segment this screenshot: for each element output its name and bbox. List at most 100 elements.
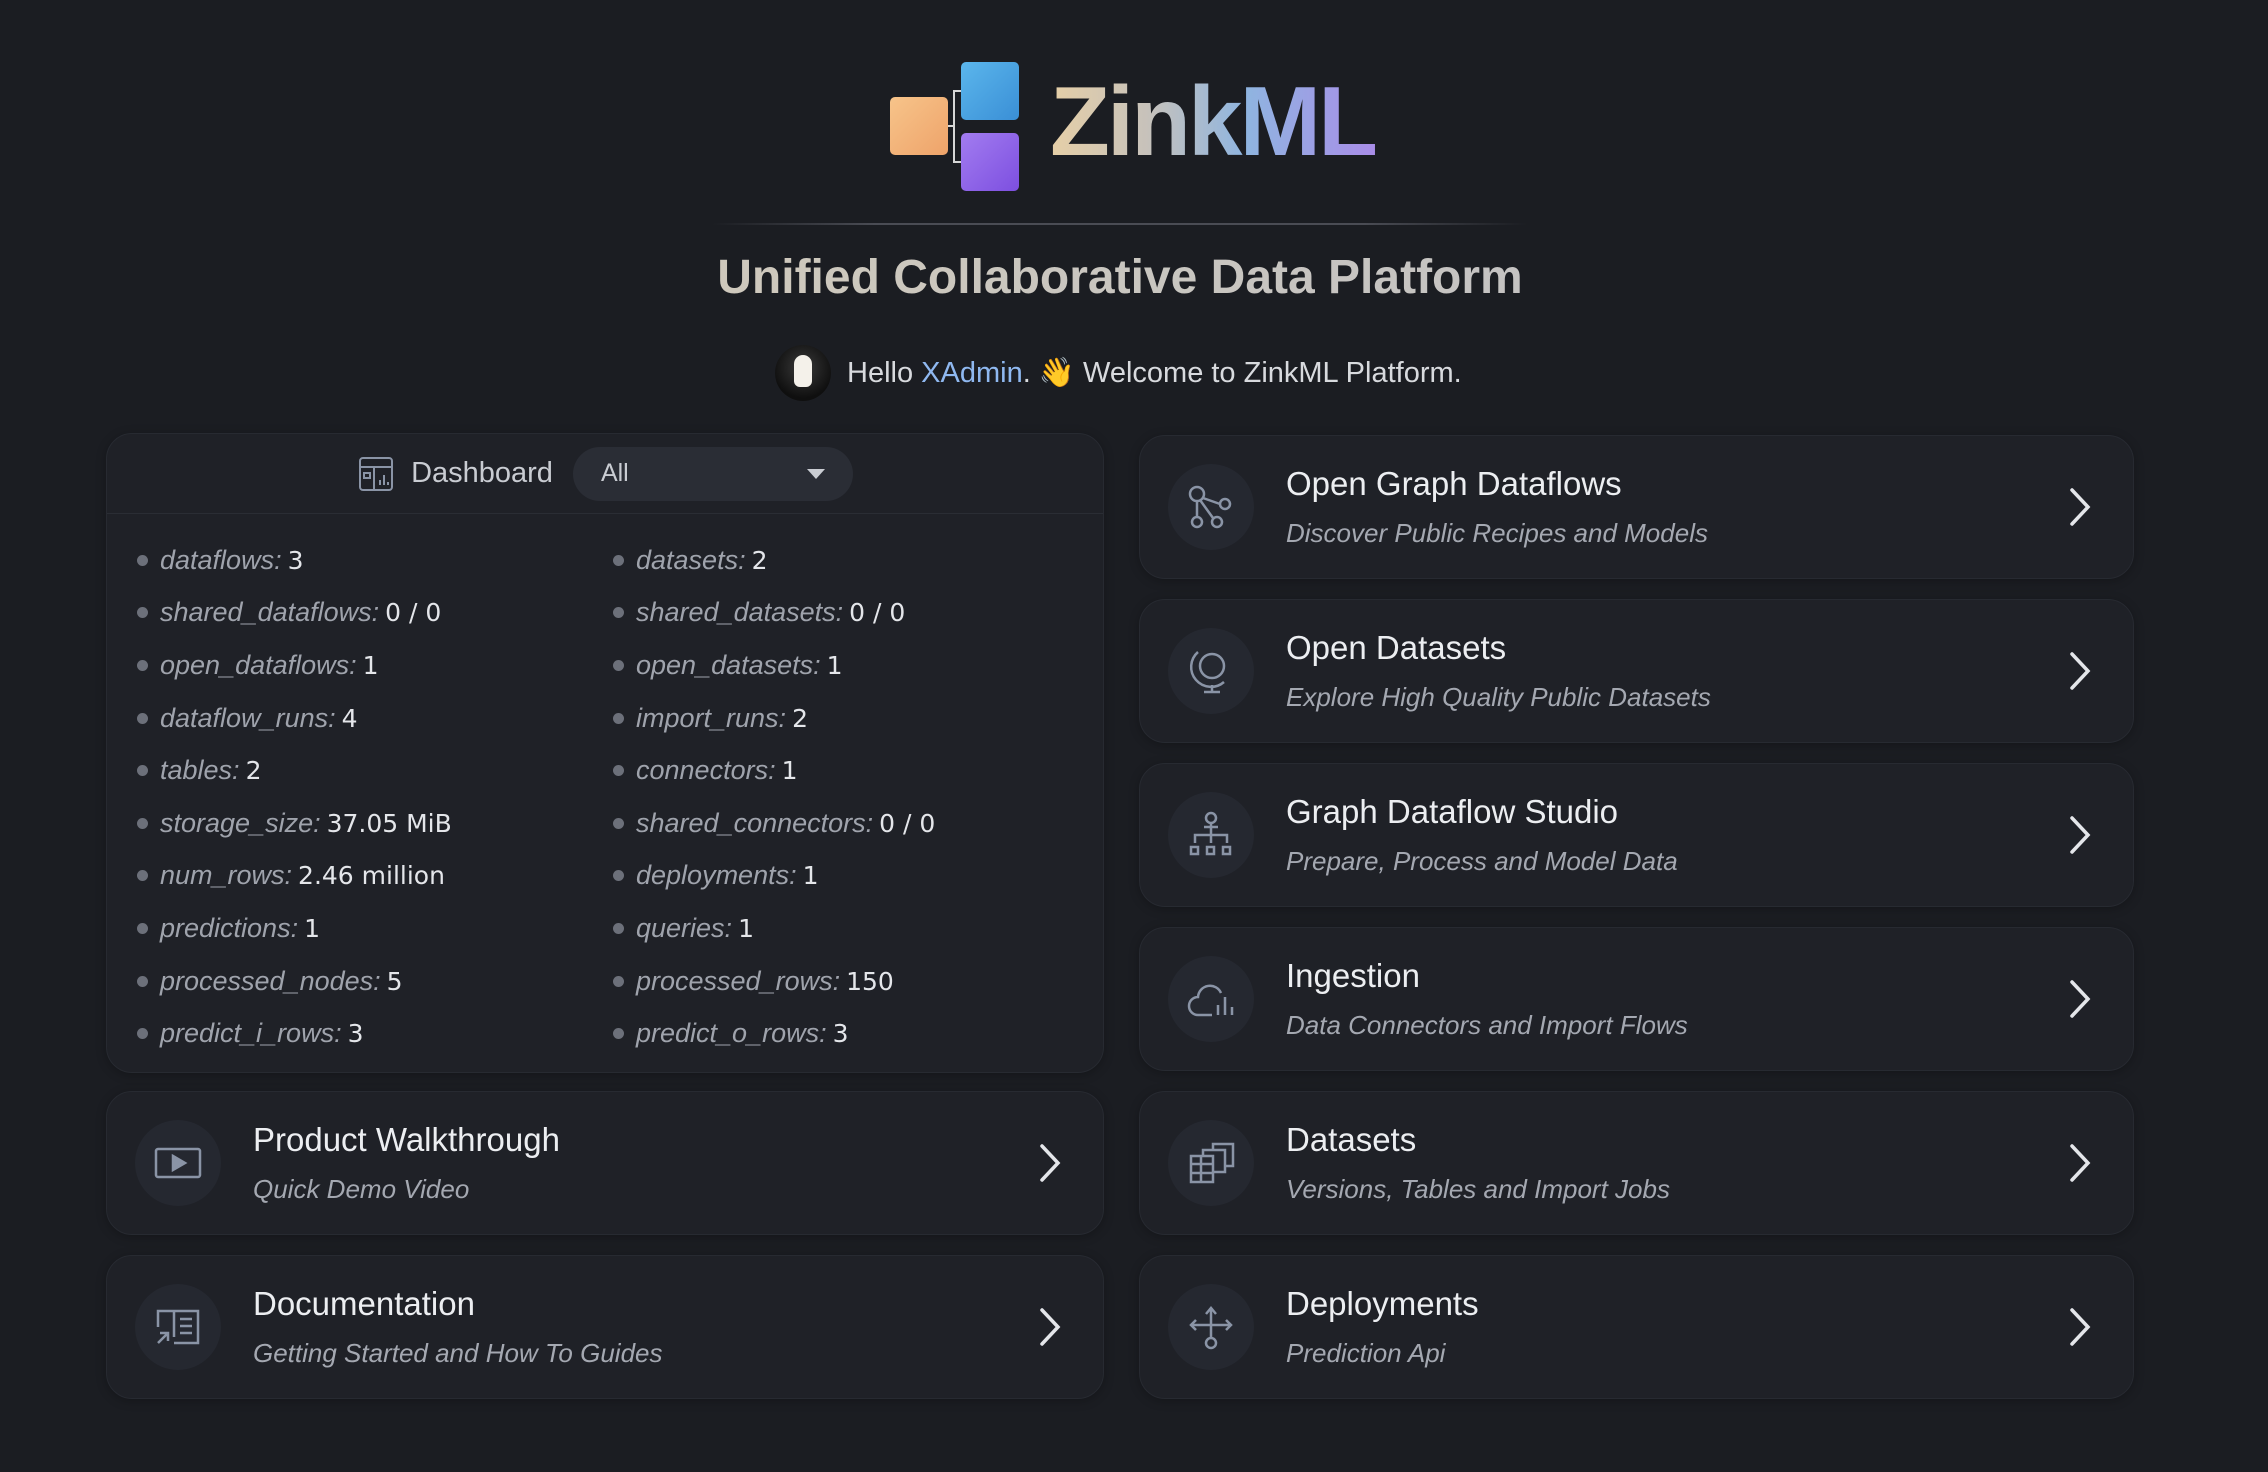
chevron-right-icon: [1040, 1308, 1061, 1346]
link-text: Deployments Prediction Api: [1286, 1284, 1479, 1369]
stat-value: 4: [341, 703, 358, 733]
globe-icon: [1168, 628, 1254, 714]
stat-key: open_datasets:: [636, 649, 821, 680]
stat-key: datasets:: [636, 544, 746, 575]
chevron-right-icon: [2070, 816, 2091, 854]
stat-key: import_runs:: [636, 702, 787, 733]
stat-key: predict_i_rows:: [160, 1018, 342, 1049]
stat-item: dataflow_runs: 4: [137, 692, 613, 745]
stat-key: shared_connectors:: [636, 807, 874, 838]
stat-key: num_rows:: [160, 860, 293, 891]
stat-value: 2.46 million: [298, 861, 445, 891]
stat-key: connectors:: [636, 755, 776, 786]
stat-value: 1: [738, 913, 754, 943]
video-play-icon: [135, 1120, 221, 1206]
chevron-right-icon: [2070, 1144, 2091, 1182]
avatar[interactable]: [775, 345, 831, 401]
header-divider: [712, 223, 1527, 225]
link-card-ingestion[interactable]: Ingestion Data Connectors and Import Flo…: [1139, 927, 2134, 1071]
link-text: Open Datasets Explore High Quality Publi…: [1286, 628, 1711, 713]
stat-value: 1: [304, 913, 320, 943]
stat-item: predictions: 1: [137, 902, 613, 955]
graph-nodes-icon: [1168, 464, 1254, 550]
stat-item: shared_connectors: 0 / 0: [613, 797, 1089, 850]
brand-name: ZinkML: [1050, 66, 1378, 176]
hierarchy-icon: [1168, 792, 1254, 878]
brand-logo[interactable]: ZinkML: [888, 60, 1388, 195]
link-card-open-graph-dataflows[interactable]: Open Graph Dataflows Discover Public Rec…: [1139, 435, 2134, 579]
link-subtitle: Data Connectors and Import Flows: [1286, 1009, 1688, 1040]
stat-key: processed_rows:: [636, 965, 841, 996]
arrows-split-icon: [1168, 1284, 1254, 1370]
chevron-right-icon: [2070, 1308, 2091, 1346]
welcome-text: Hello XAdmin. 👋 Welcome to ZinkML Platfo…: [847, 356, 1462, 390]
stat-value: 3: [832, 1019, 849, 1049]
stat-value: 150: [846, 966, 894, 996]
stat-item: storage_size: 37.05 MiB: [137, 797, 613, 850]
chevron-down-icon: [806, 468, 825, 479]
stat-item: predict_o_rows: 3: [613, 1007, 1089, 1060]
book-icon: [135, 1284, 221, 1370]
link-title: Documentation: [253, 1285, 475, 1322]
link-subtitle: Explore High Quality Public Datasets: [1286, 681, 1711, 712]
link-card-documentation[interactable]: Documentation Getting Started and How To…: [106, 1255, 1104, 1399]
cloud-chart-icon: [1168, 956, 1254, 1042]
chevron-right-icon: [2070, 488, 2091, 526]
link-card-graph-dataflow-studio[interactable]: Graph Dataflow Studio Prepare, Process a…: [1139, 763, 2134, 907]
dashboard-title: Dashboard: [411, 457, 553, 489]
stat-value: 2: [792, 703, 808, 733]
welcome-hello: Hello: [847, 357, 922, 389]
stat-value: 3: [287, 545, 304, 575]
link-card-deployments[interactable]: Deployments Prediction Api: [1139, 1255, 2134, 1399]
stat-item: dataflows: 3: [137, 534, 613, 587]
link-title: Deployments: [1286, 1285, 1479, 1322]
stat-key: storage_size:: [160, 807, 321, 838]
link-subtitle: Quick Demo Video: [253, 1173, 470, 1204]
welcome-message: . 👋 Welcome to ZinkML Platform.: [1022, 357, 1462, 389]
link-title: Product Walkthrough: [253, 1121, 560, 1158]
welcome-bar: Hello XAdmin. 👋 Welcome to ZinkML Platfo…: [775, 345, 1575, 401]
stat-value: 2: [245, 756, 262, 786]
stat-key: predict_o_rows:: [636, 1018, 827, 1049]
stat-item: queries: 1: [613, 902, 1089, 955]
stat-item: tables: 2: [137, 744, 613, 797]
link-title: Open Graph Dataflows: [1286, 465, 1622, 502]
stat-value: 37.05 MiB: [326, 808, 452, 838]
stat-value: 3: [347, 1019, 364, 1049]
link-text: Graph Dataflow Studio Prepare, Process a…: [1286, 792, 1678, 877]
header: ZinkML Unified Collaborative Data Platfo…: [0, 0, 2268, 430]
stat-key: shared_dataflows:: [160, 597, 380, 628]
username[interactable]: XAdmin: [921, 357, 1023, 389]
stat-item: shared_datasets: 0 / 0: [613, 587, 1089, 640]
link-subtitle: Getting Started and How To Guides: [253, 1337, 663, 1368]
stat-value: 0 / 0: [849, 598, 906, 628]
tagline: Unified Collaborative Data Platform: [0, 250, 2240, 305]
stat-key: queries:: [636, 912, 733, 943]
link-text: Open Graph Dataflows Discover Public Rec…: [1286, 464, 1708, 549]
link-card-product-walkthrough[interactable]: Product Walkthrough Quick Demo Video: [106, 1091, 1104, 1235]
zinkml-logo-icon: [890, 62, 1019, 191]
stat-key: predictions:: [160, 912, 299, 943]
stat-item: processed_rows: 150: [613, 955, 1089, 1008]
dashboard-header: Dashboard All: [107, 434, 1103, 514]
link-text: Product Walkthrough Quick Demo Video: [253, 1120, 560, 1205]
dashboard-filter-select[interactable]: All: [572, 446, 853, 501]
stat-item: deployments: 1: [613, 850, 1089, 903]
dashboard-icon: [359, 456, 394, 491]
stat-value: 1: [781, 756, 798, 786]
link-text: Ingestion Data Connectors and Import Flo…: [1286, 956, 1688, 1041]
link-title: Datasets: [1286, 1121, 1417, 1158]
stat-item: datasets: 2: [613, 534, 1089, 587]
stat-value: 2: [751, 545, 768, 575]
link-title: Open Datasets: [1286, 629, 1507, 666]
dashboard-card: Dashboard All dataflows: 3 datasets: 2 sha…: [106, 433, 1104, 1073]
link-card-open-datasets[interactable]: Open Datasets Explore High Quality Publi…: [1139, 599, 2134, 743]
stat-key: shared_datasets:: [636, 597, 844, 628]
stat-key: dataflows:: [160, 544, 282, 575]
link-title: Ingestion: [1286, 957, 1420, 994]
stat-key: tables:: [160, 755, 240, 786]
link-card-datasets[interactable]: Datasets Versions, Tables and Import Job…: [1139, 1091, 2134, 1235]
stat-item: open_datasets: 1: [613, 639, 1089, 692]
link-subtitle: Versions, Tables and Import Jobs: [1286, 1173, 1670, 1204]
stat-item: connectors: 1: [613, 744, 1089, 797]
